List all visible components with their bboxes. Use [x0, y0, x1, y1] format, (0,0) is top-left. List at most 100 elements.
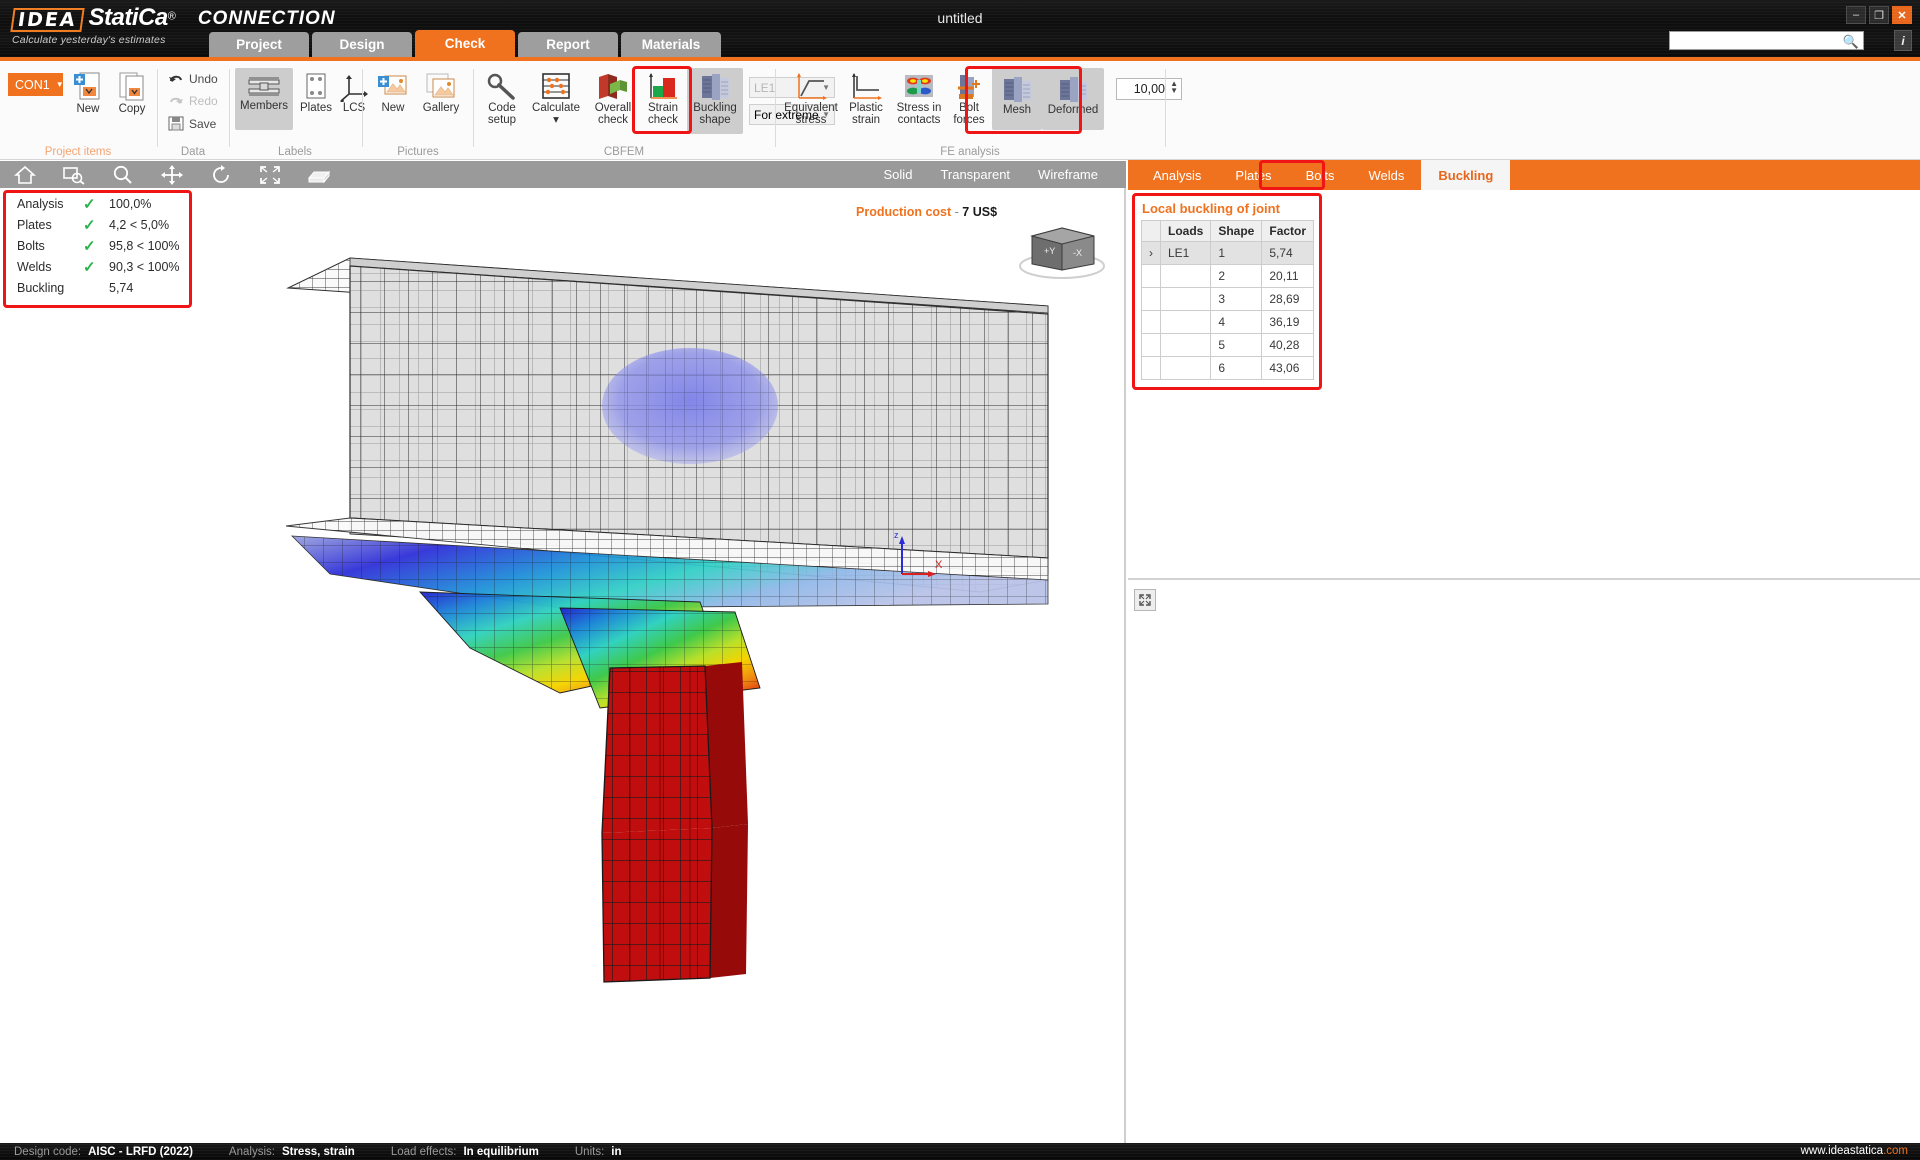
logo-statica-text: StatiCa: [88, 4, 169, 31]
results-value-bolts: 95,8 < 100%: [109, 238, 180, 253]
tab-materials[interactable]: Materials: [621, 32, 721, 57]
row-factor: 43,06: [1261, 356, 1315, 380]
connection-selector[interactable]: CON1 ▼: [8, 73, 64, 96]
tab-bolts[interactable]: Bolts: [1289, 160, 1352, 190]
expand-detail-button[interactable]: [1134, 589, 1156, 611]
website-link[interactable]: www.ideastatica.com: [1801, 1145, 1908, 1157]
new-picture-label: New: [381, 102, 405, 114]
display-mode-wireframe[interactable]: Wireframe: [1024, 167, 1112, 182]
pan-icon[interactable]: [147, 161, 196, 188]
row-expand-icon[interactable]: ›: [1141, 241, 1161, 265]
results-value-analysis: 100,0%: [109, 196, 152, 211]
row-shape: 3: [1210, 287, 1263, 311]
scale-input[interactable]: 10,00 ▲ ▼: [1116, 78, 1182, 100]
status-bar: Design code: AISC - LRFD (2022) Analysis…: [0, 1143, 1920, 1160]
local-buckling-title: Local buckling of joint: [1142, 201, 1280, 216]
new-item-button[interactable]: New: [66, 71, 110, 115]
display-mode-transparent[interactable]: Transparent: [926, 167, 1024, 182]
redo-label: Redo: [189, 94, 218, 108]
new-item-label: New: [76, 103, 100, 115]
close-button[interactable]: ✕: [1892, 6, 1912, 24]
copy-document-icon: [117, 71, 147, 103]
production-cost-dash: -: [954, 205, 959, 219]
buckling-shape-button[interactable]: Buckling shape: [687, 68, 743, 134]
plates-label: Plates: [300, 102, 332, 114]
table-row[interactable]: › LE1 1 5,74: [1141, 241, 1315, 265]
magnifier-icon[interactable]: [98, 161, 147, 188]
buckling-header-loads: Loads: [1159, 220, 1212, 242]
tab-welds[interactable]: Welds: [1351, 160, 1421, 190]
plastic-strain-button[interactable]: Plastic strain: [842, 72, 890, 126]
gallery-button[interactable]: Gallery: [415, 72, 467, 114]
row-loads: [1159, 264, 1212, 288]
view-orientation-cube[interactable]: +Y -X: [1008, 214, 1116, 292]
tab-buckling[interactable]: Buckling: [1421, 160, 1511, 190]
calculate-dropdown-caret[interactable]: ▾: [553, 114, 559, 126]
redo-button[interactable]: Redo: [168, 94, 218, 108]
row-factor: 28,69: [1261, 287, 1315, 311]
table-row[interactable]: 5 40,28: [1141, 333, 1315, 357]
minimize-button[interactable]: –: [1846, 6, 1866, 24]
svg-text:-X: -X: [1073, 248, 1082, 258]
plastic-strain-label-2: strain: [851, 114, 881, 126]
row-expand-icon[interactable]: [1141, 333, 1161, 357]
buckling-shape-label-2: shape: [699, 114, 731, 126]
status-load-effects-value: In equilibrium: [463, 1145, 539, 1158]
mesh-icon: [1000, 74, 1034, 104]
table-row[interactable]: 3 28,69: [1141, 287, 1315, 311]
tab-report[interactable]: Report: [518, 32, 618, 57]
box-view-icon[interactable]: [294, 161, 343, 188]
ribbon-group-pictures: New Gallery Pictures: [363, 61, 473, 160]
overall-check-button[interactable]: Overall check: [586, 72, 640, 126]
zoom-window-icon[interactable]: [49, 161, 98, 188]
members-icon: [247, 72, 281, 100]
ribbon-group-label-data: Data: [180, 146, 206, 158]
new-picture-button[interactable]: New: [371, 72, 415, 114]
row-expand-icon[interactable]: [1141, 264, 1161, 288]
members-toggle-button[interactable]: Members: [235, 68, 293, 130]
row-expand-icon[interactable]: [1141, 356, 1161, 380]
rotate-icon[interactable]: [196, 161, 245, 188]
stress-in-contacts-button[interactable]: Stress in contacts: [890, 72, 948, 126]
table-row[interactable]: 6 43,06: [1141, 356, 1315, 380]
code-setup-wrench-icon: [485, 72, 519, 102]
fit-screen-icon[interactable]: [245, 161, 294, 188]
deformed-icon: [1056, 74, 1090, 104]
model-viewport-3d[interactable]: +Y -X z X: [0, 188, 1126, 1143]
axis-triad-icon: z X: [894, 530, 943, 577]
results-value-welds: 90,3 < 100%: [109, 259, 180, 274]
plates-toggle-button[interactable]: Plates: [294, 72, 338, 114]
scale-spinner[interactable]: ▲ ▼: [1170, 80, 1178, 95]
tab-plates[interactable]: Plates: [1218, 160, 1288, 190]
undo-button[interactable]: Undo: [168, 72, 218, 86]
calculate-button[interactable]: Calculate ▾: [526, 72, 586, 126]
row-expand-icon[interactable]: [1141, 310, 1161, 334]
table-row[interactable]: 4 36,19: [1141, 310, 1315, 334]
status-units-key: Units:: [574, 1145, 605, 1158]
tab-project[interactable]: Project: [209, 32, 309, 57]
row-shape: 5: [1210, 333, 1263, 357]
copy-item-button[interactable]: Copy: [110, 71, 154, 115]
connection-model-render: [285, 257, 1049, 983]
strain-check-label-1: Strain: [647, 102, 679, 114]
table-row[interactable]: 2 20,11: [1141, 264, 1315, 288]
display-mode-solid[interactable]: Solid: [870, 167, 927, 182]
code-setup-button[interactable]: Code setup: [478, 72, 526, 126]
deformed-button[interactable]: Deformed: [1042, 68, 1104, 130]
home-icon[interactable]: [0, 161, 49, 188]
results-label-buckling: Buckling: [17, 280, 65, 295]
svg-text:+Y: +Y: [1044, 246, 1055, 256]
save-button[interactable]: Save: [168, 116, 216, 131]
maximize-button[interactable]: ❐: [1869, 6, 1889, 24]
status-analysis-key: Analysis:: [228, 1145, 275, 1158]
tab-check[interactable]: Check: [415, 30, 515, 57]
row-expand-icon[interactable]: [1141, 287, 1161, 311]
tab-design[interactable]: Design: [312, 32, 412, 57]
spinner-down-icon[interactable]: ▼: [1170, 87, 1178, 95]
results-row-buckling: Buckling 5,74: [6, 277, 189, 298]
mesh-button[interactable]: Mesh: [992, 68, 1042, 130]
equivalent-stress-button[interactable]: Equivalent stress: [780, 72, 842, 126]
tab-analysis[interactable]: Analysis: [1136, 160, 1218, 190]
bolt-forces-button[interactable]: Bolt forces: [948, 72, 990, 126]
strain-check-button[interactable]: Strain check: [640, 72, 686, 126]
